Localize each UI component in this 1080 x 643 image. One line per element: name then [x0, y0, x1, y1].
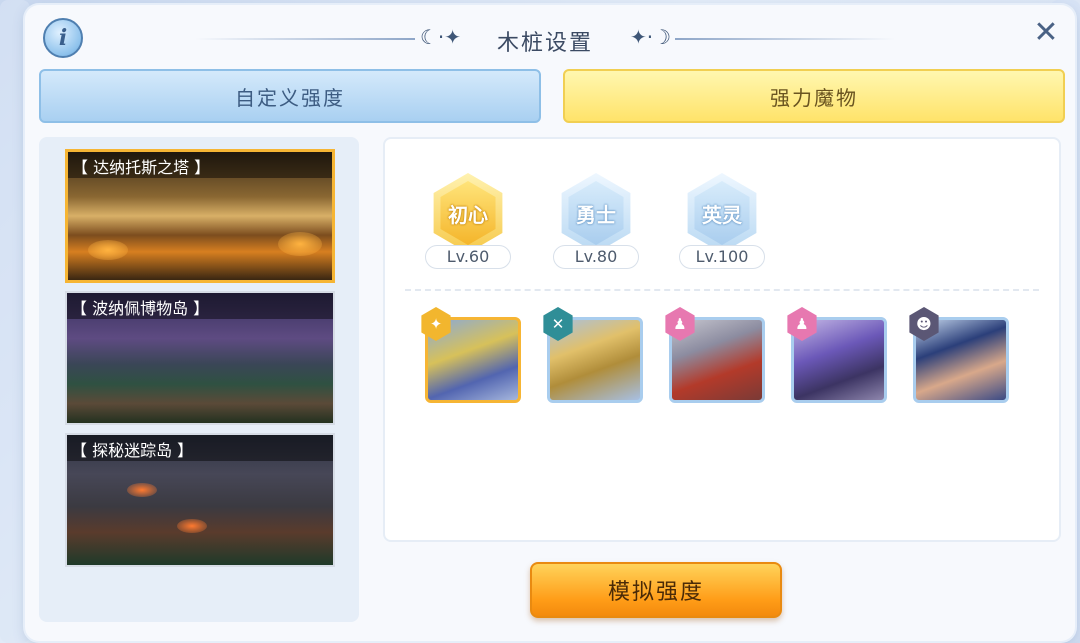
monster-card-1[interactable]: ✦	[421, 307, 521, 403]
tab-label: 强力魔物	[770, 85, 858, 110]
close-button[interactable]: ✕	[1031, 18, 1061, 49]
level-hexagon: 英灵	[687, 173, 757, 253]
button-label: 模拟强度	[607, 580, 704, 605]
level-hexagon: 勇士	[561, 173, 631, 253]
map-card-mystery-island[interactable]: 【 探秘迷踪岛 】	[65, 433, 335, 567]
map-card-bonaparte-island[interactable]: 【 波纳佩博物岛 】	[65, 291, 335, 425]
level-name: 勇士	[568, 181, 624, 245]
monster-card-4[interactable]: ♟	[787, 307, 887, 403]
level-name: 英灵	[694, 181, 750, 245]
stake-settings-dialog: i ☾·✦ 木桩设置 ✦·☽ ✕ 自定义强度 强力魔物 【 达纳托斯之塔 】 【…	[25, 5, 1075, 641]
tab-custom-strength[interactable]: 自定义强度	[39, 69, 541, 123]
info-button[interactable]: i	[43, 18, 83, 58]
section-divider	[405, 289, 1039, 291]
map-thumbnail	[88, 240, 128, 260]
level-option-warrior[interactable]: 勇士 Lv.80	[549, 173, 643, 271]
map-card-thanatos-tower[interactable]: 【 达纳托斯之塔 】	[65, 149, 335, 283]
monster-card-3[interactable]: ♟	[665, 307, 765, 403]
level-name: 初心	[440, 181, 496, 245]
level-option-novice[interactable]: 初心 Lv.60	[421, 173, 515, 271]
map-thumbnail	[278, 232, 322, 256]
monster-card-2[interactable]: ✕	[543, 307, 643, 403]
level-value: Lv.100	[679, 245, 765, 269]
level-value: Lv.60	[425, 245, 511, 269]
dialog-header: ☾·✦ 木桩设置 ✦·☽	[195, 19, 895, 57]
info-icon: i	[58, 25, 68, 51]
map-thumbnail	[127, 483, 157, 497]
map-name: 【 探秘迷踪岛 】	[67, 435, 333, 461]
tab-strong-monsters[interactable]: 强力魔物	[563, 69, 1065, 123]
map-name: 【 波纳佩博物岛 】	[67, 293, 333, 319]
tab-label: 自定义强度	[235, 85, 345, 110]
moon-ornament-right-icon: ✦·☽	[630, 25, 672, 49]
dialog-title: 木桩设置	[496, 31, 593, 56]
map-list: 【 达纳托斯之塔 】 【 波纳佩博物岛 】 【 探秘迷踪岛 】	[39, 137, 359, 622]
level-option-hero[interactable]: 英灵 Lv.100	[675, 173, 769, 271]
level-hexagon: 初心	[433, 173, 503, 253]
level-value: Lv.80	[553, 245, 639, 269]
simulate-strength-button[interactable]: 模拟强度	[530, 562, 782, 618]
title-divider-right	[675, 38, 895, 40]
map-name: 【 达纳托斯之塔 】	[68, 152, 332, 178]
monster-card-5[interactable]: ☻	[909, 307, 1009, 403]
close-icon: ✕	[1033, 15, 1059, 50]
monster-selection-panel: 初心 Lv.60 勇士 Lv.80 英灵 Lv.100 ✦ ✕ ♟ ♟ ☻	[383, 137, 1061, 542]
map-thumbnail	[177, 519, 207, 533]
